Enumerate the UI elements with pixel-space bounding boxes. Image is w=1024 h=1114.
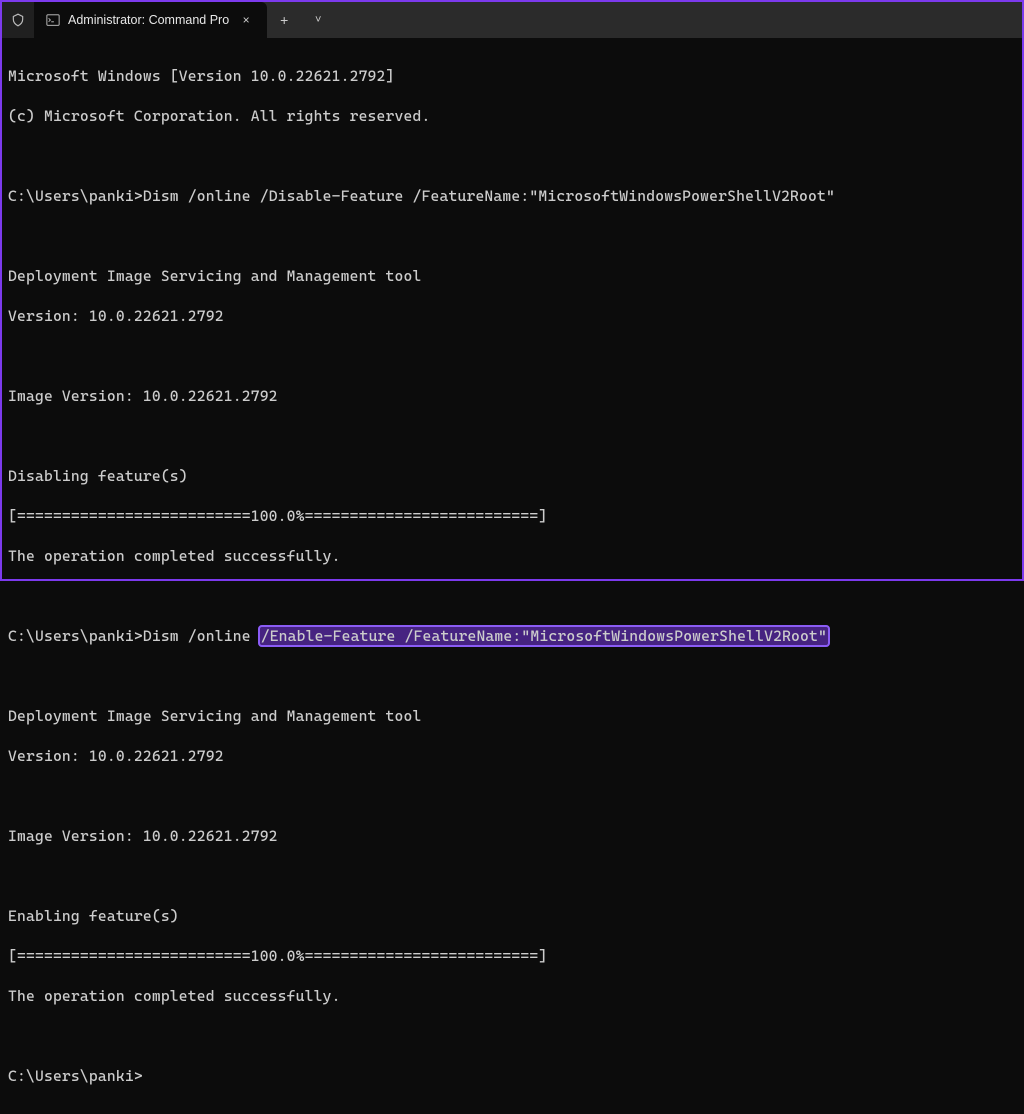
output-line [8,786,1016,806]
titlebar-drag-area[interactable] [335,2,1022,38]
output-line [8,346,1016,366]
output-line: Deployment Image Servicing and Managemen… [8,706,1016,726]
output-line [8,666,1016,686]
output-line [8,426,1016,446]
progress-bar: [==========================100.0%=======… [8,946,1016,966]
admin-shield-icon [2,2,34,38]
command-line: C:\Users\panki>Dism /online /Enable-Feat… [8,626,1016,646]
progress-bar: [==========================100.0%=======… [8,506,1016,526]
output-line [8,586,1016,606]
output-line: (c) Microsoft Corporation. All rights re… [8,106,1016,126]
output-line: The operation completed successfully. [8,986,1016,1006]
tab-close-button[interactable]: × [237,10,255,30]
output-line: Deployment Image Servicing and Managemen… [8,266,1016,286]
output-line: Image Version: 10.0.22621.2792 [8,826,1016,846]
output-line: Disabling feature(s) [8,466,1016,486]
cmd-icon [46,13,60,27]
output-line: Microsoft Windows [Version 10.0.22621.27… [8,66,1016,86]
output-line: The operation completed successfully. [8,546,1016,566]
tab-title: Administrator: Command Pro [68,10,229,30]
output-line: Version: 10.0.22621.2792 [8,746,1016,766]
output-line [8,1026,1016,1046]
highlighted-arg: /Enable-Feature /FeatureName:"MicrosoftW… [258,625,830,647]
output-line [8,226,1016,246]
prompt: C:\Users\panki> [8,627,143,645]
terminal-output[interactable]: Microsoft Windows [Version 10.0.22621.27… [2,38,1022,1114]
prompt: C:\Users\panki> [8,1066,1016,1086]
command-text: Dism /online [143,627,260,645]
output-line: Enabling feature(s) [8,906,1016,926]
output-line: Image Version: 10.0.22621.2792 [8,386,1016,406]
output-line [8,866,1016,886]
new-tab-button[interactable]: + [267,2,301,38]
output-line: Version: 10.0.22621.2792 [8,306,1016,326]
output-line [8,146,1016,166]
titlebar: Administrator: Command Pro × + ˅ [2,2,1022,38]
command-text: Dism /online /Disable-Feature /FeatureNa… [143,187,835,205]
tab-dropdown-button[interactable]: ˅ [301,2,335,38]
prompt: C:\Users\panki> [8,187,143,205]
command-line: C:\Users\panki>Dism /online /Disable-Fea… [8,186,1016,206]
tab-active[interactable]: Administrator: Command Pro × [34,2,267,38]
